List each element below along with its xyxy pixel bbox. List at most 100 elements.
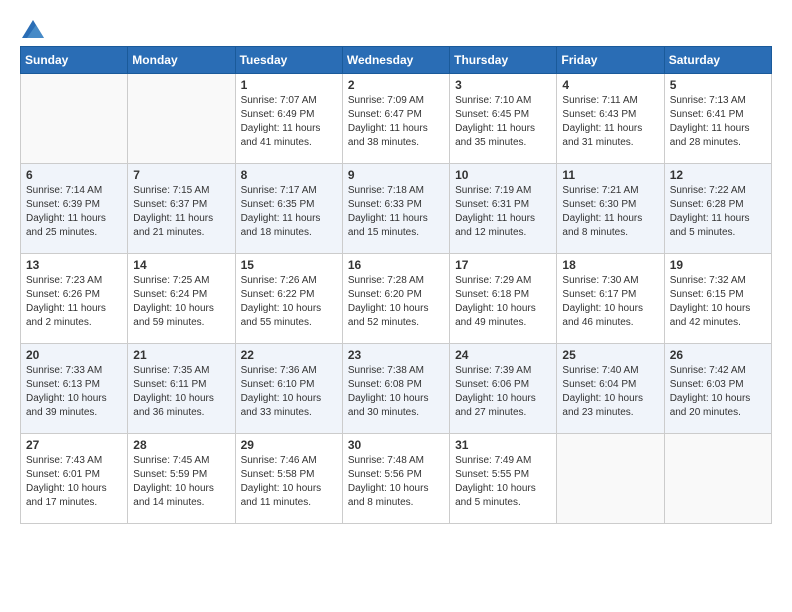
day-info: Sunrise: 7:15 AM Sunset: 6:37 PM Dayligh… (133, 184, 229, 240)
calendar-cell: 20 Sunrise: 7:33 AM Sunset: 6:13 PM Dayli… (21, 344, 128, 434)
calendar-cell: 18 Sunrise: 7:30 AM Sunset: 6:17 PM Dayli… (557, 254, 664, 344)
day-number: 4 (562, 78, 658, 92)
calendar-cell: 12 Sunrise: 7:22 AM Sunset: 6:28 PM Dayli… (664, 164, 771, 254)
weekday-header-sunday: Sunday (21, 47, 128, 74)
calendar-cell: 5Sunrise: 7:13 AM Sunset: 6:41 PM Daylig… (664, 74, 771, 164)
day-number: 25 (562, 348, 658, 362)
day-info: Sunrise: 7:29 AM Sunset: 6:18 PM Dayligh… (455, 274, 551, 330)
day-number: 3 (455, 78, 551, 92)
calendar-week-row: 1Sunrise: 7:07 AM Sunset: 6:49 PM Daylig… (21, 74, 772, 164)
calendar-cell: 19 Sunrise: 7:32 AM Sunset: 6:15 PM Dayli… (664, 254, 771, 344)
day-info: Sunrise: 7:26 AM Sunset: 6:22 PM Dayligh… (241, 274, 337, 330)
calendar-cell: 30 Sunrise: 7:48 AM Sunset: 5:56 PM Dayli… (342, 434, 449, 524)
calendar-cell: 22 Sunrise: 7:36 AM Sunset: 6:10 PM Dayli… (235, 344, 342, 434)
day-number: 30 (348, 438, 444, 452)
day-number: 6 (26, 168, 122, 182)
calendar-cell (664, 434, 771, 524)
calendar-cell: 15 Sunrise: 7:26 AM Sunset: 6:22 PM Dayli… (235, 254, 342, 344)
day-number: 18 (562, 258, 658, 272)
calendar-cell: 7 Sunrise: 7:15 AM Sunset: 6:37 PM Daylig… (128, 164, 235, 254)
day-info: Sunrise: 7:18 AM Sunset: 6:33 PM Dayligh… (348, 184, 444, 240)
calendar-cell: 3 Sunrise: 7:10 AM Sunset: 6:45 PM Daylig… (450, 74, 557, 164)
calendar-week-row: 27Sunrise: 7:43 AM Sunset: 6:01 PM Dayli… (21, 434, 772, 524)
day-info: Sunrise: 7:35 AM Sunset: 6:11 PM Dayligh… (133, 364, 229, 420)
day-number: 20 (26, 348, 122, 362)
header (20, 20, 772, 36)
calendar-week-row: 20 Sunrise: 7:33 AM Sunset: 6:13 PM Dayli… (21, 344, 772, 434)
calendar-cell: 8Sunrise: 7:17 AM Sunset: 6:35 PM Daylig… (235, 164, 342, 254)
day-number: 19 (670, 258, 766, 272)
logo (20, 20, 44, 36)
day-number: 5 (670, 78, 766, 92)
weekday-header-monday: Monday (128, 47, 235, 74)
day-info: Sunrise: 7:46 AM Sunset: 5:58 PM Dayligh… (241, 454, 337, 510)
day-info: Sunrise: 7:49 AM Sunset: 5:55 PM Dayligh… (455, 454, 551, 510)
day-info: Sunrise: 7:48 AM Sunset: 5:56 PM Dayligh… (348, 454, 444, 510)
day-info: Sunrise: 7:36 AM Sunset: 6:10 PM Dayligh… (241, 364, 337, 420)
day-number: 31 (455, 438, 551, 452)
day-info: Sunrise: 7:22 AM Sunset: 6:28 PM Dayligh… (670, 184, 766, 240)
weekday-header-thursday: Thursday (450, 47, 557, 74)
day-number: 12 (670, 168, 766, 182)
day-info: Sunrise: 7:25 AM Sunset: 6:24 PM Dayligh… (133, 274, 229, 330)
calendar-cell: 26 Sunrise: 7:42 AM Sunset: 6:03 PM Dayli… (664, 344, 771, 434)
day-info: Sunrise: 7:38 AM Sunset: 6:08 PM Dayligh… (348, 364, 444, 420)
day-number: 9 (348, 168, 444, 182)
day-info: Sunrise: 7:33 AM Sunset: 6:13 PM Dayligh… (26, 364, 122, 420)
day-number: 26 (670, 348, 766, 362)
day-info: Sunrise: 7:42 AM Sunset: 6:03 PM Dayligh… (670, 364, 766, 420)
day-info: Sunrise: 7:11 AM Sunset: 6:43 PM Dayligh… (562, 94, 658, 150)
weekday-header-row: SundayMondayTuesdayWednesdayThursdayFrid… (21, 47, 772, 74)
calendar-cell: 25 Sunrise: 7:40 AM Sunset: 6:04 PM Dayli… (557, 344, 664, 434)
day-info: Sunrise: 7:28 AM Sunset: 6:20 PM Dayligh… (348, 274, 444, 330)
calendar-cell: 2Sunrise: 7:09 AM Sunset: 6:47 PM Daylig… (342, 74, 449, 164)
day-info: Sunrise: 7:40 AM Sunset: 6:04 PM Dayligh… (562, 364, 658, 420)
calendar-cell: 23Sunrise: 7:38 AM Sunset: 6:08 PM Dayli… (342, 344, 449, 434)
day-info: Sunrise: 7:23 AM Sunset: 6:26 PM Dayligh… (26, 274, 122, 330)
calendar-week-row: 13 Sunrise: 7:23 AM Sunset: 6:26 PM Dayli… (21, 254, 772, 344)
weekday-header-tuesday: Tuesday (235, 47, 342, 74)
day-info: Sunrise: 7:19 AM Sunset: 6:31 PM Dayligh… (455, 184, 551, 240)
page: SundayMondayTuesdayWednesdayThursdayFrid… (0, 0, 792, 534)
day-number: 15 (241, 258, 337, 272)
day-number: 13 (26, 258, 122, 272)
calendar-cell (557, 434, 664, 524)
day-number: 1 (241, 78, 337, 92)
calendar-cell: 21 Sunrise: 7:35 AM Sunset: 6:11 PM Dayli… (128, 344, 235, 434)
calendar-cell: 16Sunrise: 7:28 AM Sunset: 6:20 PM Dayli… (342, 254, 449, 344)
weekday-header-saturday: Saturday (664, 47, 771, 74)
day-number: 17 (455, 258, 551, 272)
day-info: Sunrise: 7:21 AM Sunset: 6:30 PM Dayligh… (562, 184, 658, 240)
calendar-cell (128, 74, 235, 164)
calendar-cell: 28Sunrise: 7:45 AM Sunset: 5:59 PM Dayli… (128, 434, 235, 524)
calendar-table: SundayMondayTuesdayWednesdayThursdayFrid… (20, 46, 772, 524)
calendar-cell: 17 Sunrise: 7:29 AM Sunset: 6:18 PM Dayli… (450, 254, 557, 344)
calendar-week-row: 6Sunrise: 7:14 AM Sunset: 6:39 PM Daylig… (21, 164, 772, 254)
day-number: 11 (562, 168, 658, 182)
calendar-cell: 10 Sunrise: 7:19 AM Sunset: 6:31 PM Dayli… (450, 164, 557, 254)
day-number: 29 (241, 438, 337, 452)
day-info: Sunrise: 7:17 AM Sunset: 6:35 PM Dayligh… (241, 184, 337, 240)
day-info: Sunrise: 7:32 AM Sunset: 6:15 PM Dayligh… (670, 274, 766, 330)
calendar-cell: 6Sunrise: 7:14 AM Sunset: 6:39 PM Daylig… (21, 164, 128, 254)
calendar-cell: 4 Sunrise: 7:11 AM Sunset: 6:43 PM Daylig… (557, 74, 664, 164)
calendar-cell: 24 Sunrise: 7:39 AM Sunset: 6:06 PM Dayli… (450, 344, 557, 434)
day-number: 10 (455, 168, 551, 182)
day-info: Sunrise: 7:39 AM Sunset: 6:06 PM Dayligh… (455, 364, 551, 420)
day-info: Sunrise: 7:10 AM Sunset: 6:45 PM Dayligh… (455, 94, 551, 150)
logo-icon (22, 20, 44, 38)
day-info: Sunrise: 7:43 AM Sunset: 6:01 PM Dayligh… (26, 454, 122, 510)
day-number: 21 (133, 348, 229, 362)
calendar-cell: 1Sunrise: 7:07 AM Sunset: 6:49 PM Daylig… (235, 74, 342, 164)
calendar-cell: 11 Sunrise: 7:21 AM Sunset: 6:30 PM Dayli… (557, 164, 664, 254)
calendar-cell: 13 Sunrise: 7:23 AM Sunset: 6:26 PM Dayli… (21, 254, 128, 344)
calendar-cell: 29 Sunrise: 7:46 AM Sunset: 5:58 PM Dayli… (235, 434, 342, 524)
day-number: 7 (133, 168, 229, 182)
day-number: 22 (241, 348, 337, 362)
weekday-header-friday: Friday (557, 47, 664, 74)
day-number: 28 (133, 438, 229, 452)
day-number: 24 (455, 348, 551, 362)
day-info: Sunrise: 7:30 AM Sunset: 6:17 PM Dayligh… (562, 274, 658, 330)
calendar-cell: 27Sunrise: 7:43 AM Sunset: 6:01 PM Dayli… (21, 434, 128, 524)
calendar-cell: 14Sunrise: 7:25 AM Sunset: 6:24 PM Dayli… (128, 254, 235, 344)
